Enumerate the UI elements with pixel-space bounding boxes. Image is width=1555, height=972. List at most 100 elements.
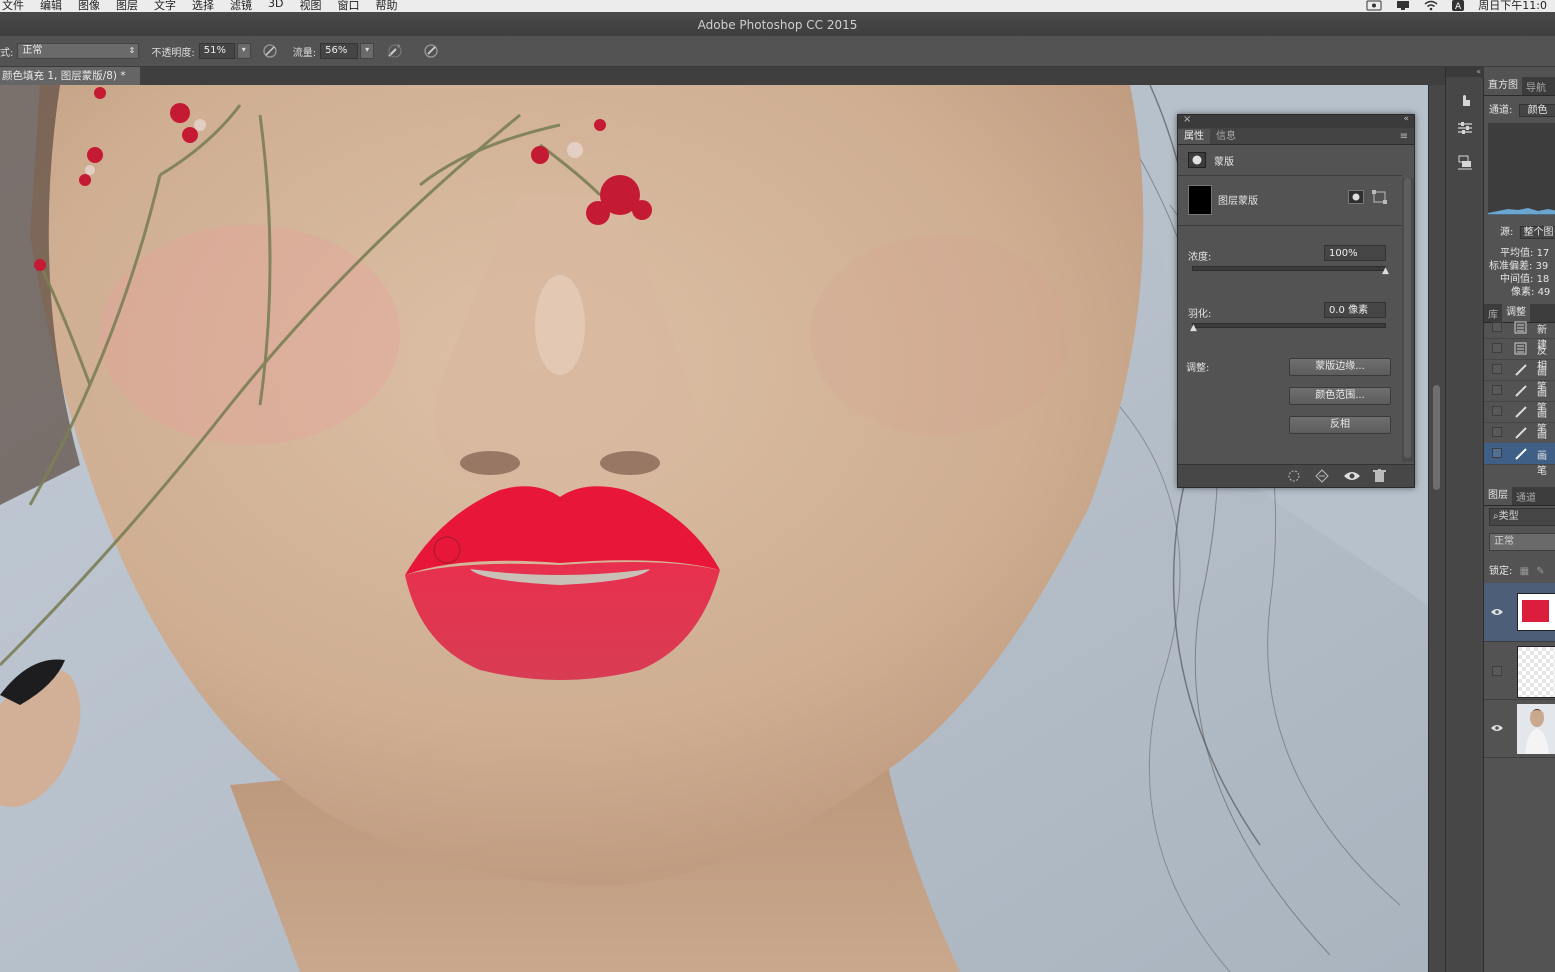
mode-label: 式:: [0, 47, 14, 59]
history-checkbox[interactable]: [1492, 406, 1502, 416]
history-item[interactable]: 反相: [1484, 338, 1555, 372]
mask-thumbnail[interactable]: [1188, 185, 1212, 215]
collapse-arrows-icon[interactable]: «: [1446, 67, 1484, 77]
invert-button[interactable]: 反相: [1289, 416, 1391, 434]
tool-options-bar: 式: 正常 ⇕ 不透明度: 51% ▾ 流量: 56% ▾: [0, 36, 1555, 67]
load-selection-icon[interactable]: [1287, 469, 1301, 483]
layer-filter-select[interactable]: ⌕类型: [1489, 508, 1555, 526]
feather-slider-thumb[interactable]: ▲: [1190, 323, 1197, 333]
history-item[interactable]: 画笔: [1484, 380, 1555, 414]
menu-help[interactable]: 帮助: [375, 0, 397, 12]
channel-select[interactable]: 颜色: [1518, 104, 1555, 117]
screen-record-icon[interactable]: [1366, 0, 1382, 11]
mask-icon: [1188, 152, 1206, 168]
source-row: 源: 整个图: [1500, 223, 1555, 239]
history-checkbox[interactable]: [1492, 364, 1502, 374]
tab-info[interactable]: 信息: [1210, 129, 1242, 144]
menu-3d[interactable]: 3D: [268, 0, 283, 12]
opacity-input[interactable]: 51%: [198, 43, 235, 59]
source-select[interactable]: 整个图: [1519, 226, 1555, 239]
history-item[interactable]: 画笔: [1484, 422, 1555, 456]
history-checkbox[interactable]: [1492, 322, 1502, 332]
photo-layer-thumbnail: [1517, 704, 1555, 754]
tab-layers[interactable]: 图层: [1484, 487, 1512, 505]
pixel-mask-icon[interactable]: [1348, 190, 1364, 204]
canvas-scrollbar[interactable]: [1428, 85, 1445, 972]
history-item[interactable]: 画笔: [1484, 401, 1555, 435]
layer-row-blank[interactable]: [1484, 641, 1555, 700]
collapse-icon[interactable]: «: [1403, 114, 1409, 124]
menu-file[interactable]: 文件: [2, 0, 24, 12]
history-item-active[interactable]: 画笔: [1484, 443, 1555, 477]
stat-pixels-label: 像素:: [1511, 287, 1535, 298]
divider: [1178, 175, 1402, 176]
feather-label: 羽化:: [1188, 309, 1212, 320]
properties-scrollbar-thumb[interactable]: [1404, 178, 1411, 458]
tab-navigator[interactable]: 导航: [1522, 79, 1550, 94]
tab-histogram[interactable]: 直方图: [1484, 77, 1522, 95]
menu-view[interactable]: 视图: [299, 0, 321, 12]
color-range-button[interactable]: 颜色范围...: [1289, 387, 1391, 405]
layer-row-background[interactable]: [1484, 699, 1555, 758]
history-item[interactable]: 新建: [1484, 317, 1555, 351]
density-input[interactable]: 100%: [1324, 245, 1386, 261]
right-panel-dock: 直方图 导航 通道: 颜色 源: 整个图 平均值: 17 标准偏差: 39 中间…: [1483, 77, 1555, 972]
pressure-size-icon[interactable]: [422, 42, 440, 60]
trash-icon[interactable]: [1373, 469, 1386, 483]
histogram-panel-tabs: 直方图 导航: [1484, 77, 1555, 96]
scrollbar-thumb[interactable]: [1433, 385, 1440, 490]
opacity-label: 不透明度:: [151, 47, 195, 59]
lock-transparency-icon[interactable]: ▦: [1520, 566, 1529, 577]
history-checkbox[interactable]: [1492, 448, 1502, 458]
opacity-dropdown[interactable]: ▾: [236, 43, 251, 59]
density-value: 100%: [1329, 248, 1358, 259]
menu-edit[interactable]: 编辑: [40, 0, 62, 12]
pressure-opacity-icon[interactable]: [261, 42, 279, 60]
tab-channels[interactable]: 通道: [1512, 489, 1540, 504]
history-checkbox[interactable]: [1492, 343, 1502, 353]
history-item[interactable]: 画笔: [1484, 359, 1555, 393]
close-icon[interactable]: ×: [1183, 114, 1191, 125]
menu-filter[interactable]: 滤镜: [230, 0, 252, 12]
menu-layer[interactable]: 图层: [116, 0, 138, 12]
blank-layer-thumbnail: [1517, 646, 1555, 698]
wifi-icon[interactable]: [1424, 0, 1438, 11]
feather-input[interactable]: 0.0 像素: [1324, 302, 1386, 318]
menu-window[interactable]: 窗口: [337, 0, 359, 12]
menu-type[interactable]: 文字: [154, 0, 176, 12]
menu-select[interactable]: 选择: [192, 0, 214, 12]
airbrush-icon[interactable]: [386, 42, 404, 60]
hand-hint-icon[interactable]: [1456, 91, 1474, 109]
adjustments-sliders-icon[interactable]: [1456, 119, 1474, 137]
lock-paint-icon[interactable]: ✎: [1536, 566, 1544, 577]
panel-titlebar[interactable]: × «: [1178, 114, 1414, 128]
history-checkbox[interactable]: [1492, 385, 1502, 395]
density-slider[interactable]: [1192, 266, 1386, 271]
visibility-eye-icon[interactable]: [1491, 724, 1503, 732]
input-source-icon[interactable]: A: [1452, 0, 1465, 11]
layer-comps-icon[interactable]: [1456, 153, 1474, 171]
feather-slider[interactable]: [1192, 323, 1386, 328]
display-icon[interactable]: [1396, 0, 1410, 11]
history-checkbox[interactable]: [1492, 427, 1502, 437]
clock[interactable]: 周日下午11:0: [1478, 0, 1547, 12]
layer-blend-select[interactable]: 正常: [1489, 533, 1555, 551]
apply-mask-icon[interactable]: [1315, 469, 1329, 483]
document-icon: [1514, 321, 1527, 334]
mask-edge-button[interactable]: 蒙版边缘...: [1289, 358, 1391, 376]
flow-dropdown[interactable]: ▾: [360, 43, 375, 59]
visibility-toggle-off[interactable]: [1492, 666, 1502, 676]
density-slider-thumb[interactable]: ▲: [1382, 266, 1389, 276]
menu-image[interactable]: 图像: [78, 0, 100, 12]
panel-menu-icon[interactable]: ≡: [1394, 129, 1414, 144]
blend-mode-select[interactable]: 正常 ⇕: [17, 43, 140, 59]
tab-properties[interactable]: 属性: [1178, 129, 1210, 144]
vector-mask-icon[interactable]: [1372, 190, 1388, 204]
properties-scrollbar[interactable]: [1402, 178, 1414, 462]
flow-value: 56%: [325, 45, 348, 56]
document-tab[interactable]: 颜色填充 1, 图层蒙版/8) *: [0, 67, 143, 85]
visibility-eye-icon[interactable]: [1344, 470, 1360, 482]
flow-input[interactable]: 56%: [320, 43, 359, 59]
layer-row-color-fill[interactable]: [1484, 583, 1555, 642]
visibility-eye-icon[interactable]: [1491, 608, 1503, 616]
